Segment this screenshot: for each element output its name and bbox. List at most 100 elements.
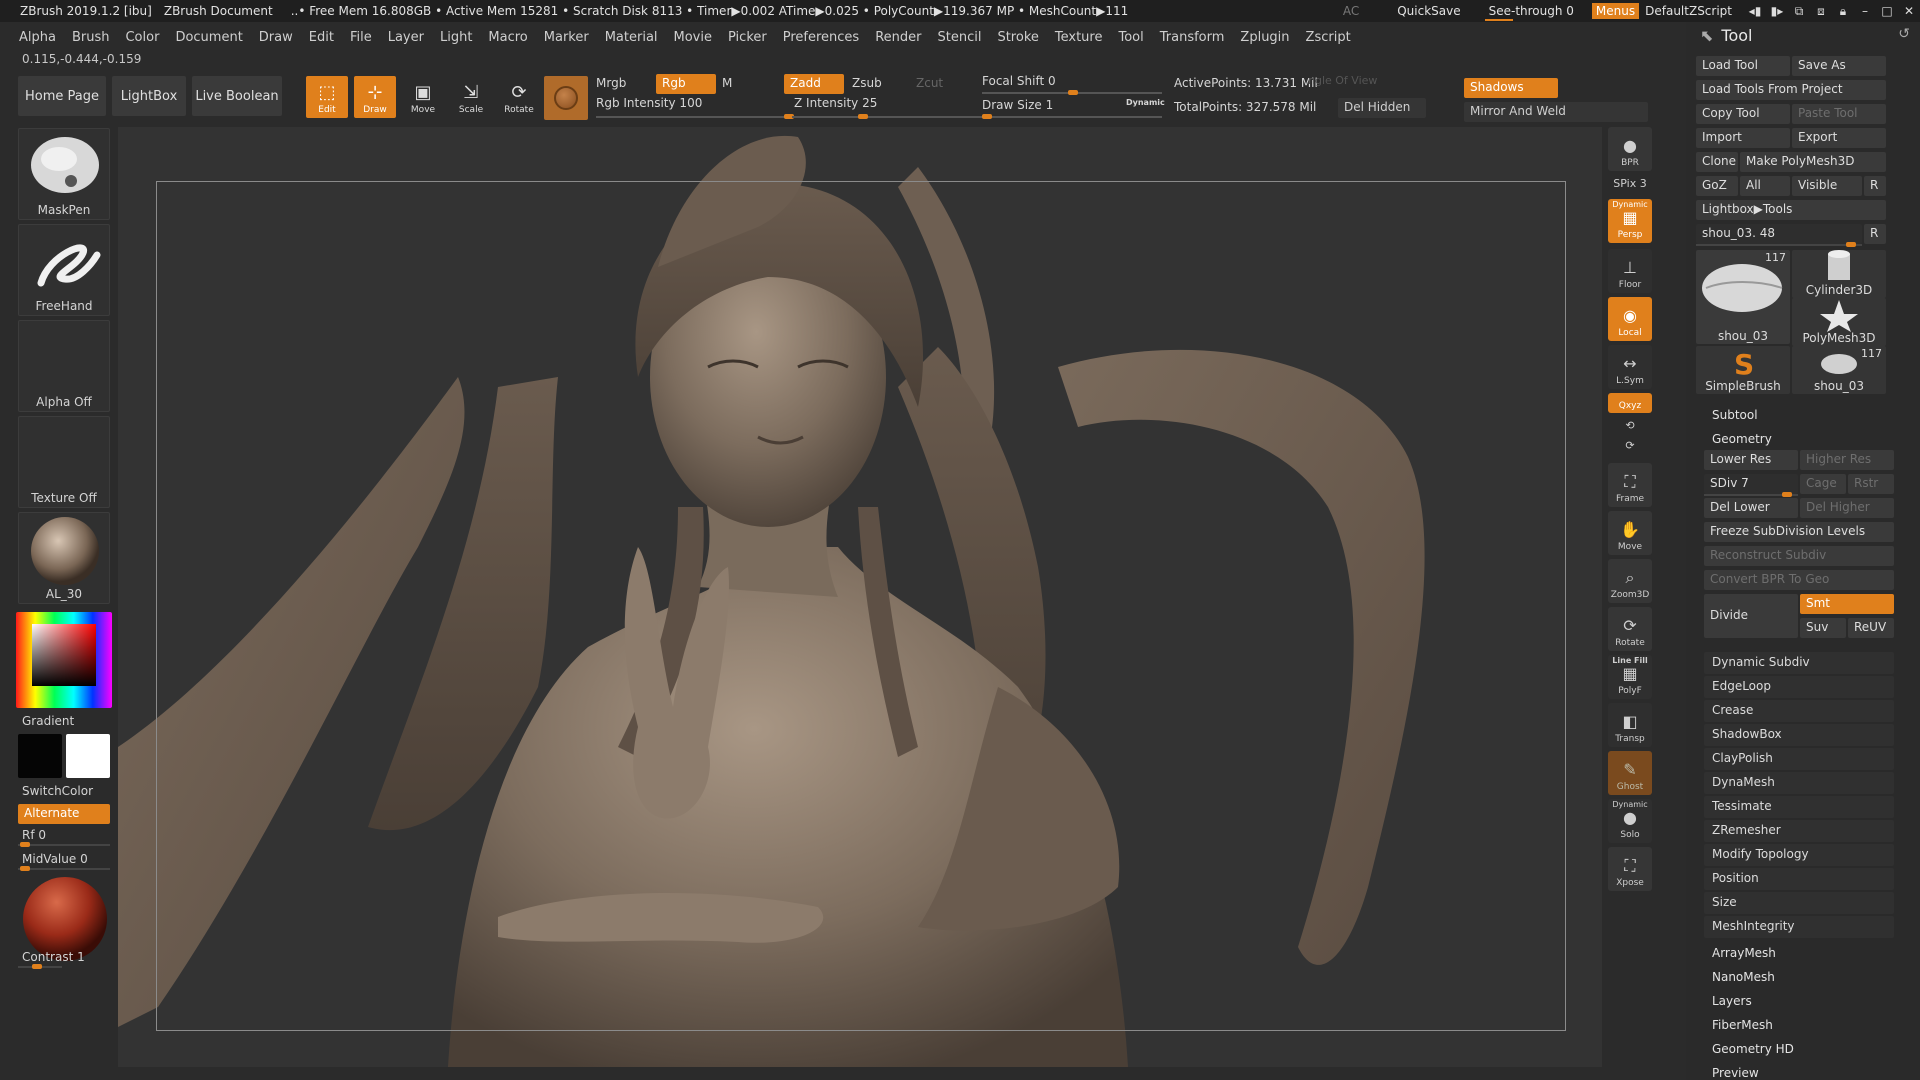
menu-macro[interactable]: Macro <box>488 30 527 45</box>
rotate-z-icon[interactable]: ⟳ <box>1606 439 1654 452</box>
geometry-edgeloop[interactable]: EdgeLoop <box>1704 676 1894 698</box>
export-button[interactable]: Export <box>1792 128 1886 148</box>
menu-stroke[interactable]: Stroke <box>997 30 1038 45</box>
move-view-button[interactable]: ✋ Move <box>1608 511 1652 555</box>
pin-icon[interactable]: ⬉ <box>1700 26 1713 45</box>
menu-file[interactable]: File <box>350 30 372 45</box>
tool-thumb-polymesh3d[interactable]: PolyMesh3D <box>1792 298 1886 346</box>
menu-layer[interactable]: Layer <box>388 30 424 45</box>
xyz-button[interactable]: Qxyz <box>1608 393 1652 413</box>
geometry-size[interactable]: Size <box>1704 892 1894 914</box>
smt-toggle[interactable]: Smt <box>1800 594 1894 614</box>
load-tool-button[interactable]: Load Tool <box>1696 56 1790 76</box>
z-intensity-track[interactable] <box>792 114 988 119</box>
goz-all-button[interactable]: All <box>1740 176 1790 196</box>
contrast-slider[interactable]: Contrast 1 <box>22 950 85 964</box>
lightbox-button[interactable]: LightBox <box>112 76 186 116</box>
move-mode-button[interactable]: ▣ Move <box>402 76 444 118</box>
midvalue-slider[interactable]: MidValue 0 <box>22 852 88 866</box>
menu-zplugin[interactable]: Zplugin <box>1240 30 1289 45</box>
section-fibermesh[interactable]: FiberMesh <box>1712 1018 1773 1032</box>
menu-color[interactable]: Color <box>125 30 159 45</box>
live-boolean-button[interactable]: Live Boolean <box>192 76 282 116</box>
close-icon[interactable]: ✕ <box>1898 4 1920 18</box>
palette-right-icon[interactable]: ▮▸ <box>1766 4 1788 18</box>
reconstruct-subdiv-button[interactable]: Reconstruct Subdiv <box>1704 546 1894 566</box>
tool-thumb-shou03-small[interactable]: 117 shou_03 <box>1792 346 1886 394</box>
tool-palette-header[interactable]: ⬉ Tool <box>1700 26 1752 45</box>
rgb-intensity-slider[interactable]: Rgb Intensity 100 <box>596 96 702 110</box>
menu-zscript[interactable]: Zscript <box>1306 30 1351 45</box>
suv-toggle[interactable]: Suv <box>1800 618 1846 638</box>
tool-thumb-shou03-large[interactable]: 117 shou_03 <box>1696 250 1790 344</box>
zadd-button[interactable]: Zadd <box>784 74 844 94</box>
menu-material[interactable]: Material <box>605 30 658 45</box>
polyf-button[interactable]: Line Fill ▦ PolyF <box>1608 655 1652 699</box>
sdiv-slider[interactable]: SDiv 7 <box>1704 474 1798 494</box>
mrgb-button[interactable]: Mrgb <box>596 76 626 90</box>
alpha-selector[interactable]: Alpha Off <box>18 320 110 412</box>
menu-brush[interactable]: Brush <box>72 30 110 45</box>
geometry-claypolish[interactable]: ClayPolish <box>1704 748 1894 770</box>
current-tool-slider[interactable]: shou_03. 48 <box>1696 224 1862 244</box>
goz-button[interactable]: GoZ <box>1696 176 1738 196</box>
menu-tool[interactable]: Tool <box>1118 30 1143 45</box>
texture-selector[interactable]: Texture Off <box>18 416 110 508</box>
menu-document[interactable]: Document <box>175 30 242 45</box>
bpr-button[interactable]: ● BPR <box>1608 127 1652 171</box>
maximize-icon[interactable]: □ <box>1876 4 1898 18</box>
zoom3d-button[interactable]: ⌕ Zoom3D <box>1608 559 1652 603</box>
menu-transform[interactable]: Transform <box>1160 30 1225 45</box>
del-hidden-button[interactable]: Del Hidden <box>1338 98 1426 118</box>
current-tool-track[interactable] <box>1696 242 1862 247</box>
color-gradient-square[interactable] <box>32 624 96 686</box>
m-button[interactable]: M <box>722 76 732 90</box>
divide-button[interactable]: Divide <box>1704 594 1798 638</box>
contrast-track[interactable] <box>18 964 62 969</box>
local-button[interactable]: ◉ Local <box>1608 297 1652 341</box>
menu-light[interactable]: Light <box>440 30 472 45</box>
shadows-button[interactable]: Shadows <box>1464 78 1558 98</box>
goz-visible-button[interactable]: Visible <box>1792 176 1862 196</box>
geometry-modify-topology[interactable]: Modify Topology <box>1704 844 1894 866</box>
tool-thumb-cylinder3d[interactable]: Cylinder3D <box>1792 250 1886 298</box>
geometry-dynamesh[interactable]: DynaMesh <box>1704 772 1894 794</box>
midvalue-track[interactable] <box>18 866 110 871</box>
layout-icon[interactable]: ⧉ <box>1788 4 1810 19</box>
alternate-button[interactable]: Alternate <box>18 804 110 824</box>
lock-icon[interactable]: 🔒︎ <box>1832 4 1854 19</box>
frame-button[interactable]: ⛶ Frame <box>1608 463 1652 507</box>
menu-marker[interactable]: Marker <box>544 30 589 45</box>
default-zscript-button[interactable]: DefaultZScript <box>1645 4 1732 18</box>
angle-of-view-slider[interactable]: ngle Of View <box>1308 74 1377 87</box>
menu-edit[interactable]: Edit <box>309 30 334 45</box>
floor-button[interactable]: ⊥ Floor <box>1608 249 1652 293</box>
cage-button[interactable]: Cage <box>1800 474 1846 494</box>
load-tools-from-project-button[interactable]: Load Tools From Project <box>1696 80 1886 100</box>
rotate-mode-button[interactable]: ⟳ Rotate <box>498 76 540 118</box>
home-page-button[interactable]: Home Page <box>18 76 106 116</box>
subtool-section[interactable]: Subtool <box>1712 408 1758 422</box>
switch-color-button[interactable]: SwitchColor <box>22 784 93 798</box>
geometry-tessimate[interactable]: Tessimate <box>1704 796 1894 818</box>
primary-color-swatch[interactable] <box>18 734 62 778</box>
minimize-icon[interactable]: – <box>1854 4 1876 18</box>
ghost-button[interactable]: ✎ Ghost <box>1608 751 1652 795</box>
draw-mode-button[interactable]: ⊹ Draw <box>354 76 396 118</box>
quicksave-button[interactable]: QuickSave <box>1397 4 1460 18</box>
color-picker[interactable] <box>16 612 112 708</box>
del-higher-button[interactable]: Del Higher <box>1800 498 1894 518</box>
material-swatch-button[interactable] <box>544 76 588 120</box>
tool-thumb-simplebrush[interactable]: S SimpleBrush <box>1696 346 1790 394</box>
make-polymesh3d-button[interactable]: Make PolyMesh3D <box>1740 152 1886 172</box>
gradient-label[interactable]: Gradient <box>22 714 74 728</box>
mirror-and-weld-button[interactable]: Mirror And Weld <box>1464 102 1648 122</box>
z-intensity-slider[interactable]: Z Intensity 25 <box>794 96 877 110</box>
palette-left-icon[interactable]: ◂▮ <box>1744 4 1766 18</box>
freeze-subdivision-button[interactable]: Freeze SubDivision Levels <box>1704 522 1894 542</box>
reset-icon[interactable]: ↺ <box>1898 26 1910 42</box>
copy-tool-button[interactable]: Copy Tool <box>1696 104 1790 124</box>
zcut-button[interactable]: Zcut <box>916 76 943 90</box>
rotate-y-icon[interactable]: ⟲ <box>1606 419 1654 432</box>
del-lower-button[interactable]: Del Lower <box>1704 498 1798 518</box>
